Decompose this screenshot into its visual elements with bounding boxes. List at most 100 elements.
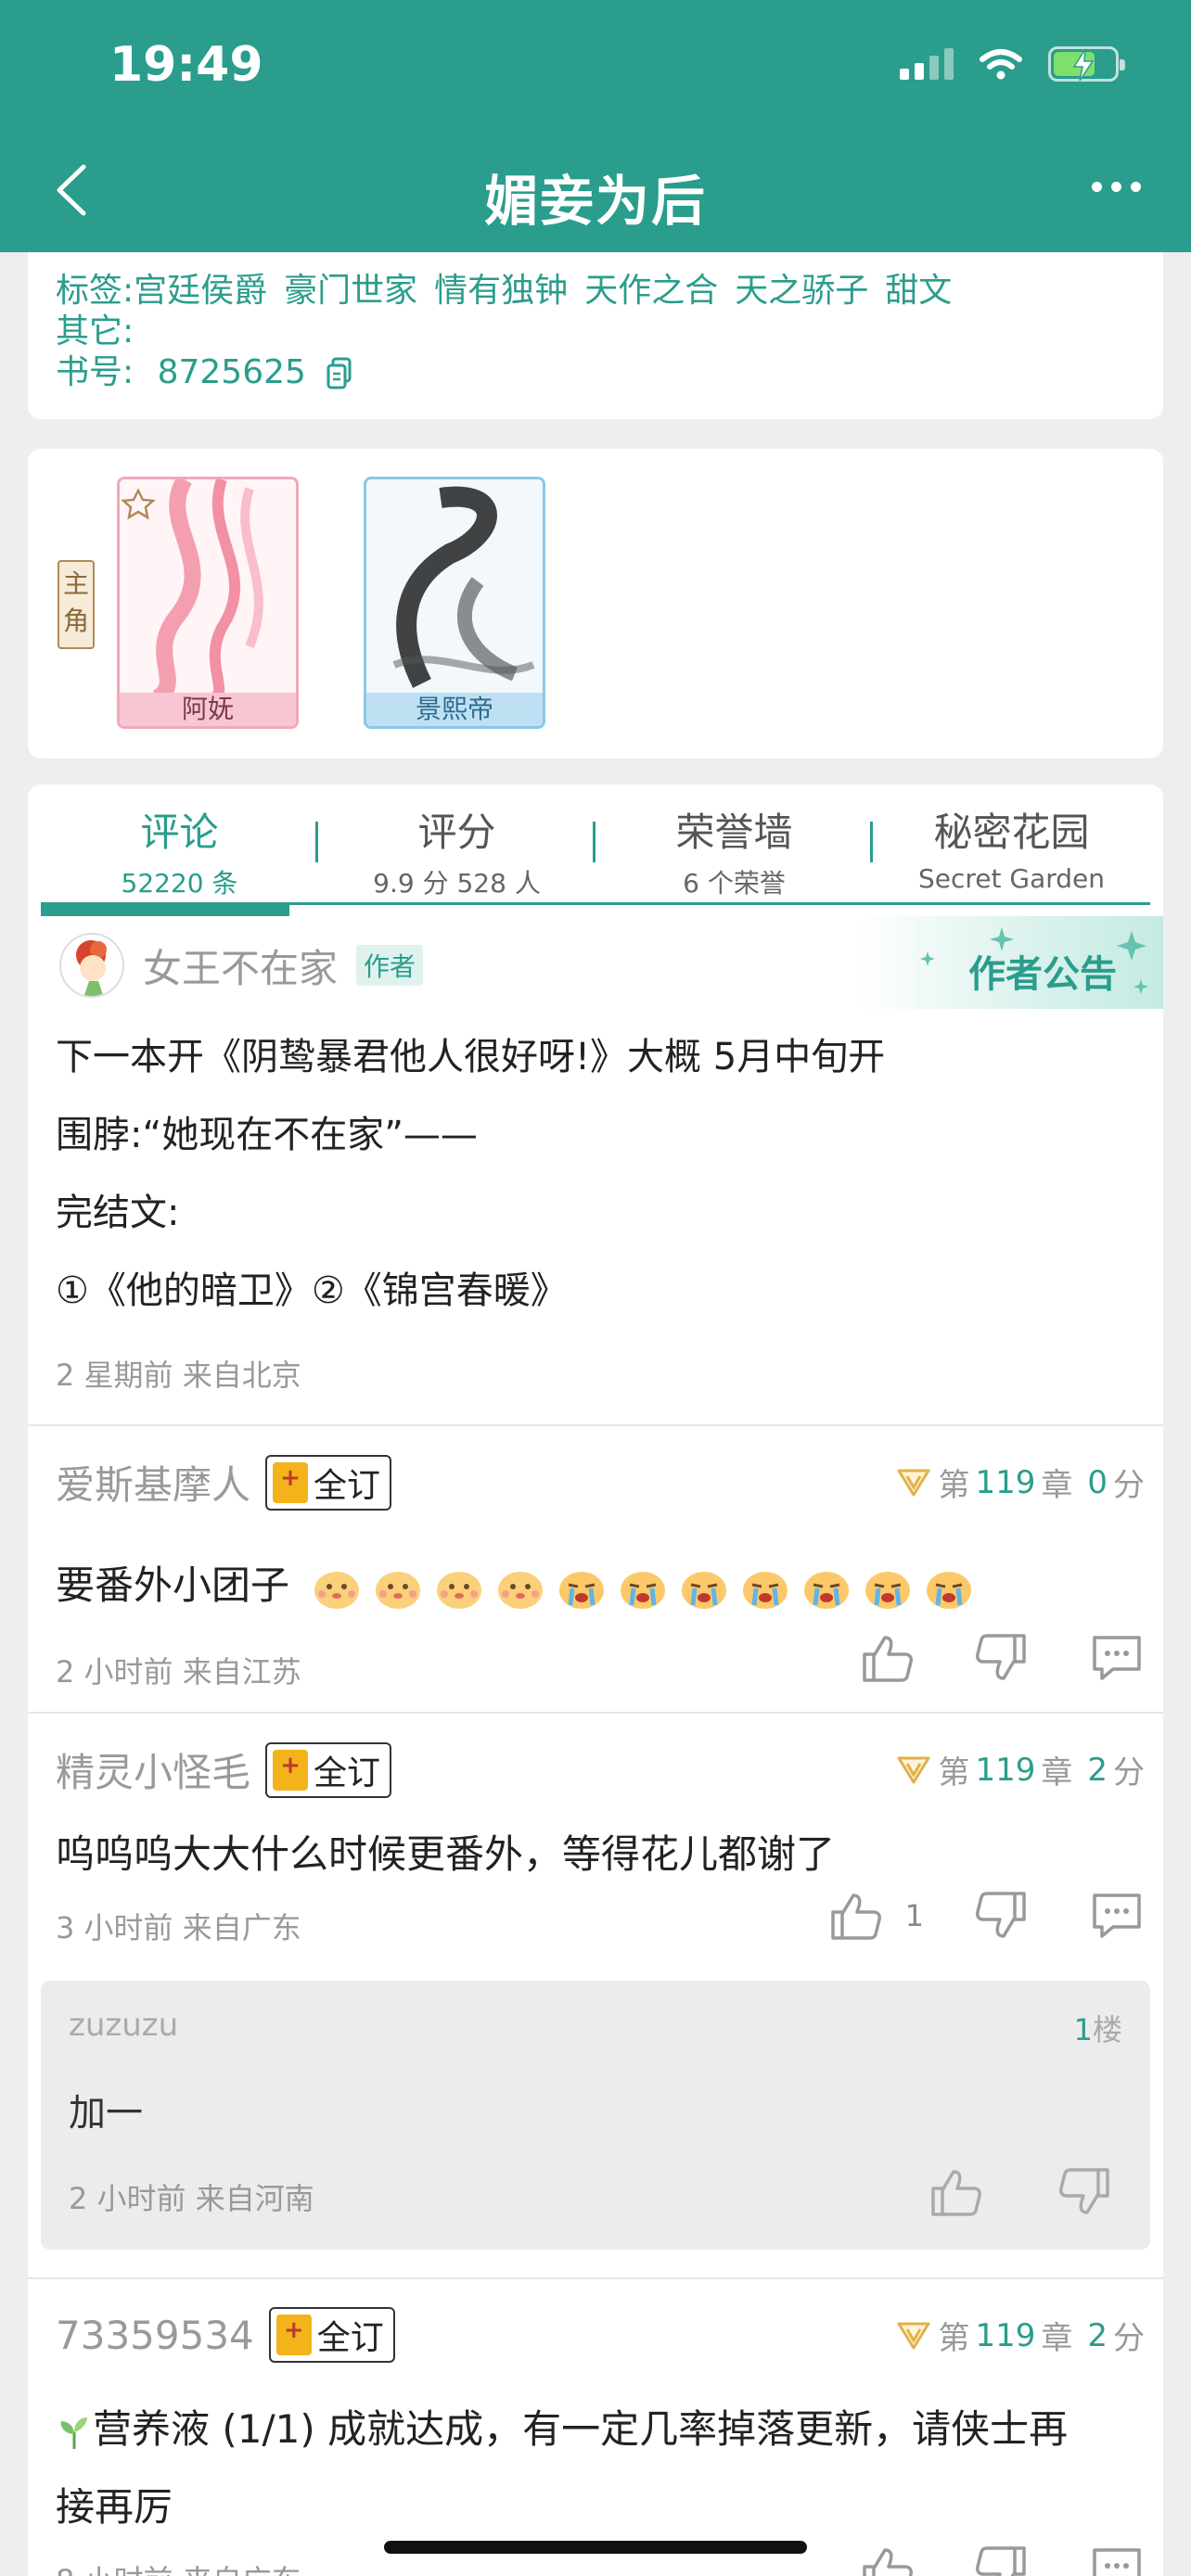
other-row: 其它: — [56, 312, 1135, 352]
character-card[interactable]: 阿妩 — [117, 477, 299, 729]
more-icon[interactable] — [1092, 182, 1141, 192]
reply-floor: 1楼 — [1073, 2012, 1122, 2047]
tab-bar: 评论 52220 条 评分 9.9 分 528 人 荣誉墙 6 个荣誉 秘密花园… — [41, 784, 1150, 905]
author-badge: 作者 — [356, 945, 424, 986]
home-indicator[interactable] — [384, 2541, 807, 2554]
avatar[interactable] — [59, 933, 124, 998]
active-tab-indicator — [41, 903, 289, 916]
battery-icon — [1048, 46, 1125, 82]
tags-row: 标签: 宫廷侯爵 豪门世家 情有独钟 天作之合 天之骄子 甜文 — [56, 271, 1135, 312]
like-count: 1 — [904, 1898, 924, 1933]
author-name[interactable]: 女王不在家 — [143, 937, 338, 994]
thumbs-down-icon[interactable] — [974, 1890, 1030, 1942]
notice-label: 作者公告 — [968, 953, 1117, 996]
tab-sublabel: Secret Garden — [917, 863, 1106, 894]
status-time: 19:49 — [109, 37, 263, 93]
reply-item[interactable]: zuzuzu 1楼 加一 2 小时前 来自河南 — [41, 1981, 1150, 2250]
subscription-badge: 全订 — [268, 2307, 395, 2363]
character-name: 景熙帝 — [366, 693, 543, 726]
vip-icon — [897, 2322, 930, 2349]
status-icons — [900, 46, 1125, 82]
crying-face-emoji — [743, 1571, 788, 1609]
tab-honor-wall[interactable]: 荣誉墙 6 个荣誉 — [596, 784, 873, 902]
thumbs-up-icon[interactable] — [859, 1632, 915, 1684]
chapter-info: 第 119 章 0分 — [895, 1460, 1145, 1505]
character-name: 阿妩 — [120, 693, 296, 726]
cellular-signal-icon — [900, 48, 954, 80]
page-title: 媚妾为后 — [483, 170, 707, 233]
thumbs-up-icon[interactable] — [827, 1890, 883, 1942]
comment-text: 营养液 (1/1) 成就达成，有一定几率掉落更新，请侠士再 接再厉 — [56, 2406, 1069, 2530]
subscription-badge: 全订 — [265, 1454, 392, 1511]
comment-text: 要番外小团子 — [56, 1547, 975, 1625]
content-card: 评论 52220 条 评分 9.9 分 528 人 荣誉墙 6 个荣誉 秘密花园… — [28, 784, 1163, 2576]
tag-item[interactable]: 宫廷侯爵 — [134, 271, 267, 312]
star-icon — [120, 488, 157, 520]
bookmark-icon — [275, 2315, 312, 2355]
role-badge: 主角 — [58, 560, 95, 649]
tab-sublabel: 6 个荣誉 — [683, 868, 786, 899]
comment-icon[interactable] — [1089, 2544, 1145, 2576]
tab-label: 荣誉墙 — [675, 810, 793, 855]
tag-item[interactable]: 天作之合 — [584, 271, 718, 312]
copy-icon[interactable] — [326, 357, 353, 390]
crying-face-emoji — [559, 1571, 605, 1609]
crying-face-emoji — [865, 1571, 911, 1609]
comment-meta: 3 小时前 来自广东 — [56, 1910, 301, 1945]
tag-item[interactable]: 天之骄子 — [735, 271, 868, 312]
tab-secret-garden[interactable]: 秘密花园 Secret Garden — [873, 784, 1150, 902]
author-notice[interactable]: 女王不在家 作者 作者公告 下一本开《阴鸷暴君他人很好呀!》大概 5月中旬开 围… — [28, 916, 1163, 1324]
tags-label: 标签: — [56, 272, 134, 310]
tab-comments[interactable]: 评论 52220 条 — [41, 784, 318, 902]
reply-meta: 2 小时前 来自河南 — [69, 2181, 314, 2216]
comment-text: 呜呜呜大大什么时候更番外，等得花儿都谢了 — [56, 1831, 836, 1877]
tag-item[interactable]: 甜文 — [885, 271, 952, 312]
comment-item: 爱斯基摩人 全订 第119章 0分 要番外小团子 2 小时前 来自江苏 — [28, 1424, 1163, 1712]
tab-sublabel: 9.9 分 528 人 — [373, 868, 541, 899]
bookmark-icon — [273, 1749, 309, 1791]
comment-icon[interactable] — [1089, 1890, 1145, 1942]
character-image — [392, 486, 535, 688]
comment-icon[interactable] — [1089, 1632, 1145, 1684]
wifi-icon — [980, 49, 1022, 80]
bookmark-icon — [273, 1461, 309, 1503]
character-card[interactable]: 景熙帝 — [364, 477, 545, 729]
tab-label: 秘密花园 — [933, 810, 1090, 855]
comment-username[interactable]: 爱斯基摩人 — [56, 1454, 250, 1511]
comment-meta: 2 小时前 来自江苏 — [56, 1654, 301, 1690]
comment-username[interactable]: 精灵小怪毛 — [56, 1741, 250, 1798]
chapter-info: 第 119 章 2分 — [895, 1747, 1145, 1792]
comment-item: 73359534 全订 第119章 2分 营养液 (1/1) 成就达成，有一定几… — [28, 2277, 1163, 2576]
sprout-icon — [60, 2417, 87, 2449]
subscription-badge: 全订 — [265, 1741, 392, 1798]
crying-face-emoji — [682, 1571, 727, 1609]
tag-item[interactable]: 情有独钟 — [434, 271, 568, 312]
tag-item[interactable]: 豪门世家 — [284, 271, 417, 312]
book-id: 8725625 — [157, 353, 306, 391]
cute-face-emoji — [376, 1571, 421, 1609]
crying-face-emoji — [621, 1571, 666, 1609]
vip-icon — [897, 1756, 930, 1783]
notice-line: 下一本开《阴鸷暴君他人很好呀!》大概 5月中旬开 — [56, 1036, 886, 1078]
thumbs-down-icon[interactable] — [974, 1632, 1030, 1684]
comment-username[interactable]: 73359534 — [56, 2313, 254, 2358]
cute-face-emoji — [498, 1571, 544, 1609]
notice-body: 下一本开《阴鸷暴君他人很好呀!》大概 5月中旬开 围脖:“她现在不在家”—— 完… — [56, 1018, 885, 1330]
character-image — [120, 479, 263, 706]
vip-icon — [897, 1469, 930, 1496]
thumbs-up-icon[interactable] — [859, 2544, 915, 2576]
other-label: 其它: — [56, 312, 134, 351]
book-id-label: 书号: — [56, 353, 134, 391]
thumbs-down-icon[interactable] — [974, 2544, 1030, 2576]
thumbs-up-icon[interactable] — [928, 2166, 983, 2218]
book-id-row: 书号: 8725625 — [56, 352, 1135, 393]
cute-face-emoji — [437, 1571, 482, 1609]
characters-card: 主角 阿妩 景熙帝 — [28, 449, 1163, 759]
reply-username[interactable]: zuzuzu — [69, 2007, 178, 2044]
tab-sublabel: 52220 条 — [121, 868, 238, 899]
tab-label: 评分 — [417, 810, 496, 855]
thumbs-down-icon[interactable] — [1057, 2166, 1113, 2218]
tab-ratings[interactable]: 评分 9.9 分 528 人 — [318, 784, 596, 902]
reply-text: 加一 — [69, 2092, 143, 2135]
crying-face-emoji — [927, 1571, 972, 1609]
